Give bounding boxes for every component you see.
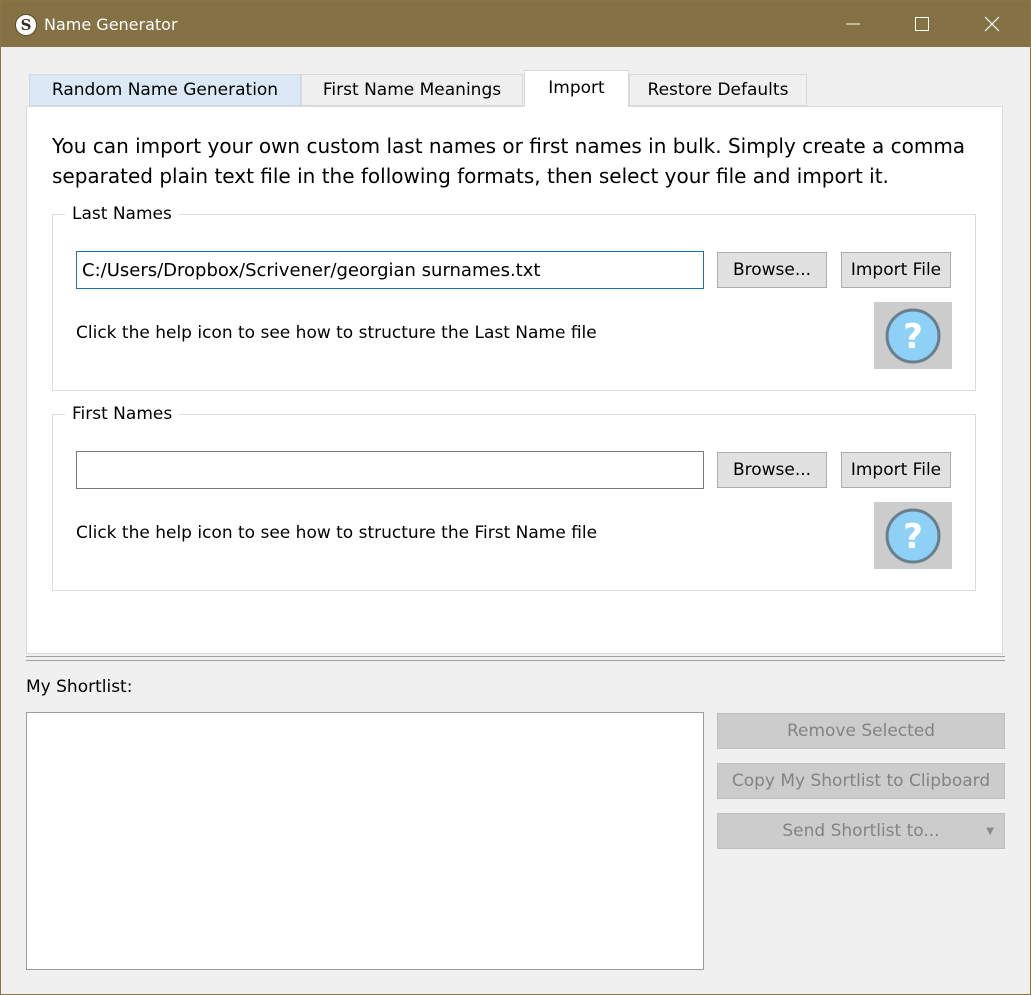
last-names-path-input[interactable] [76,251,704,289]
import-intro-text: You can import your own custom last name… [52,134,966,188]
tab-restore-defaults[interactable]: Restore Defaults [629,74,807,106]
first-names-import-button[interactable]: Import File [841,452,951,488]
maximize-button[interactable] [899,1,945,47]
send-shortlist-dropdown[interactable]: Send Shortlist to... ▼ [717,813,1005,849]
import-panel: You can import your own custom last name… [26,106,1003,654]
tab-import[interactable]: Import [524,70,629,107]
minimize-button[interactable] [830,1,876,47]
help-icon: ? [885,308,941,364]
first-names-legend: First Names [65,403,180,425]
first-names-help-button[interactable]: ? [874,502,952,569]
close-icon [984,16,1000,32]
tab-random-name-generation[interactable]: Random Name Generation [29,74,301,106]
chevron-down-icon: ▼ [986,826,994,837]
tab-first-name-meanings[interactable]: First Name Meanings [301,74,523,106]
last-names-help-text: Click the help icon to see how to struct… [76,323,597,343]
shortlist-label: My Shortlist: [26,677,133,697]
name-generator-window: S Name Generator Random Name Generation … [0,0,1031,995]
send-shortlist-label: Send Shortlist to... [782,821,940,841]
last-names-help-button[interactable]: ? [874,302,952,369]
close-button[interactable] [969,1,1015,47]
first-names-path-input[interactable] [76,451,704,489]
svg-text:?: ? [903,517,923,557]
first-names-help-text: Click the help icon to see how to struct… [76,523,598,543]
minimize-icon [846,23,860,25]
title-bar[interactable]: S Name Generator [1,1,1030,47]
last-names-legend: Last Names [65,203,179,225]
window-title: Name Generator [44,15,178,34]
last-names-import-button[interactable]: Import File [841,252,951,288]
last-names-browse-button[interactable]: Browse... [717,252,827,288]
splitter-line-bottom[interactable] [26,660,1005,661]
last-names-group: Last Names Browse... Import File Click t… [52,203,976,391]
help-icon: ? [885,508,941,564]
first-names-browse-button[interactable]: Browse... [717,452,827,488]
svg-text:?: ? [903,317,923,357]
app-logo-icon: S [15,14,37,36]
remove-selected-button[interactable]: Remove Selected [717,713,1005,749]
shortlist-list[interactable] [26,712,704,970]
splitter-line-top [26,656,1005,657]
copy-shortlist-button[interactable]: Copy My Shortlist to Clipboard [717,763,1005,799]
maximize-icon [915,17,929,31]
first-names-group: First Names Browse... Import File Click … [52,403,976,591]
